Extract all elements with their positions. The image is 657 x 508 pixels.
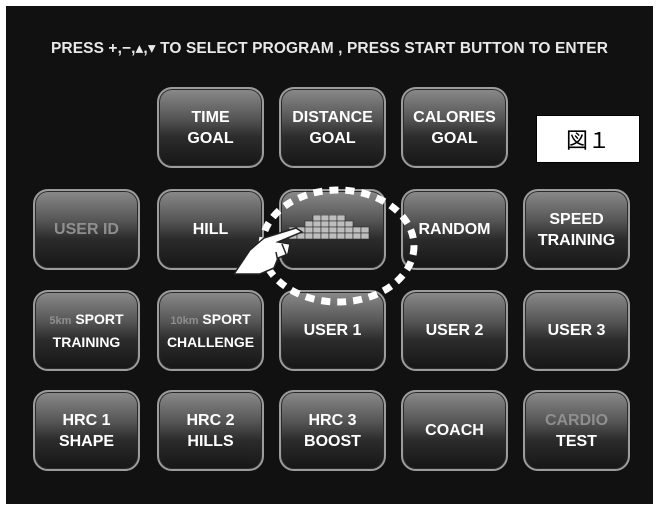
button-label-line1: 5km SPORT <box>49 309 123 332</box>
button-label-line1: TIME <box>191 108 230 126</box>
button-label-line2: GOAL <box>187 129 234 147</box>
button-label-line1: HRC 2 <box>186 411 235 429</box>
button-label: USER 1 <box>303 322 362 339</box>
button-label-line1: HRC 3 <box>308 411 357 429</box>
button-label-line2: SHAPE <box>58 432 115 450</box>
distance-goal-button[interactable]: DISTANCE GOAL <box>279 87 386 168</box>
hrc1-shape-button[interactable]: HRC 1 SHAPE <box>33 390 140 471</box>
sport-label: SPORT <box>75 310 124 327</box>
button-label: USER 2 <box>425 322 484 339</box>
user2-button[interactable]: USER 2 <box>401 290 508 371</box>
speed-training-button[interactable]: SPEED TRAINING <box>523 189 630 270</box>
hrc3-boost-button[interactable]: HRC 3 BOOST <box>279 390 386 471</box>
random-button[interactable]: RANDOM <box>401 189 508 270</box>
button-label-line2: TEST <box>556 432 597 450</box>
button-label: COACH <box>425 422 484 439</box>
button-label-line1: DISTANCE <box>292 108 373 126</box>
button-label-line2: GOAL <box>431 129 478 147</box>
button-label-line2: TRAINING <box>537 231 616 249</box>
hrc2-hills-button[interactable]: HRC 2 HILLS <box>157 390 264 471</box>
user3-button[interactable]: USER 3 <box>523 290 630 371</box>
button-label-line2: BOOST <box>304 432 361 450</box>
button-label-line2: CHALLENGE <box>166 333 255 350</box>
distance-prefix: 10km <box>170 314 199 327</box>
program-select-screen: PRESS +,−,▴,▾ TO SELECT PROGRAM , PRESS … <box>6 6 653 504</box>
button-label-line2: GOAL <box>309 129 356 147</box>
time-goal-button[interactable]: TIME GOAL <box>157 87 264 168</box>
figure-label: 図１ <box>536 115 640 163</box>
cardio-test-button[interactable]: CARDIO TEST <box>523 390 630 471</box>
button-label: RANDOM <box>418 221 491 238</box>
10km-sport-challenge-button[interactable]: 10km SPORT CHALLENGE <box>157 290 264 371</box>
instruction-text: PRESS +,−,▴,▾ TO SELECT PROGRAM , PRESS … <box>50 40 609 57</box>
button-label-line1: HRC 1 <box>62 411 111 429</box>
distance-prefix: 5km <box>49 314 72 327</box>
sport-label: SPORT <box>202 310 251 327</box>
coach-button[interactable]: COACH <box>401 390 508 471</box>
button-label: USER 3 <box>547 322 606 339</box>
button-label-line2: TRAINING <box>52 333 121 350</box>
button-label-line1: SPEED <box>549 210 604 228</box>
5km-sport-training-button[interactable]: 5km SPORT TRAINING <box>33 290 140 371</box>
button-label-line1: CARDIO <box>544 411 609 429</box>
bar-profile-icon <box>288 214 369 239</box>
user1-button[interactable]: USER 1 <box>279 290 386 371</box>
button-label: USER ID <box>54 221 119 238</box>
calories-goal-button[interactable]: CALORIES GOAL <box>401 87 508 168</box>
hill-button[interactable]: HILL <box>157 189 264 270</box>
custom-program-button[interactable] <box>279 189 386 270</box>
button-label-line2: HILLS <box>187 432 234 450</box>
user-id-button[interactable]: USER ID <box>33 189 140 270</box>
button-label-line1: CALORIES <box>413 108 496 126</box>
button-label-line1: 10km SPORT <box>170 309 250 332</box>
button-label: HILL <box>192 221 229 238</box>
